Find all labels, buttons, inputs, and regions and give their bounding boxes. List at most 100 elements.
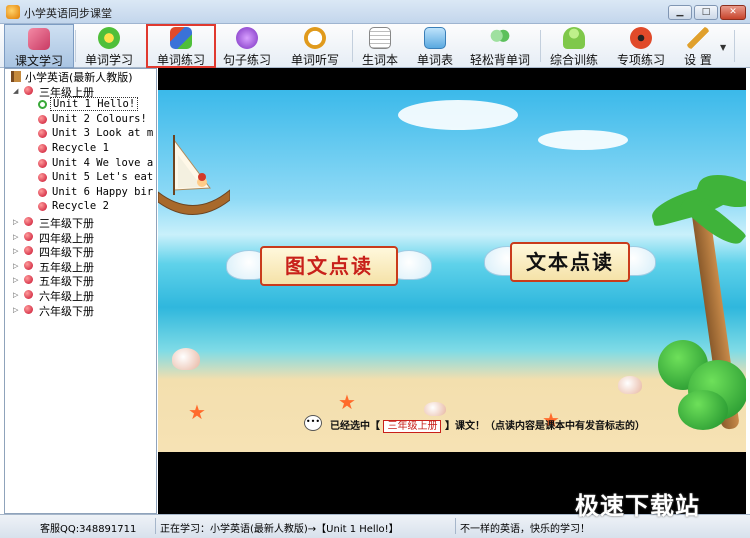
grade-dot-icon (24, 246, 33, 256)
tree-grade-item[interactable]: ▷ 五年级下册 (5, 273, 156, 288)
cloud (538, 130, 628, 150)
shell-icon (172, 348, 200, 370)
slogan: 不一样的英语，快乐的学习！ (460, 524, 590, 535)
tree-grade-item[interactable]: ▷ 四年级上册 (5, 230, 156, 245)
tool-word-list[interactable]: 单词表 (410, 24, 460, 68)
shell-icon (424, 402, 446, 416)
tree-unit-label: Unit 2 Colours! (52, 112, 147, 125)
speech-bubble-icon: ••• (304, 415, 322, 431)
tool-word-study[interactable]: 单词学习 (76, 24, 142, 68)
unit-dot-icon (38, 114, 47, 124)
beach-scene: 图文点读 文本点读 ★ ★ ★ ••• 已经选中【 三年级上册 】课文！（点读内… (158, 90, 746, 452)
status-divider (455, 518, 456, 534)
notebook-icon (369, 27, 391, 49)
tool-word-practice[interactable]: 单词练习 (146, 24, 216, 68)
tree-root[interactable]: 小学英语(最新人教版) (5, 69, 156, 84)
tree-unit-item-selected[interactable]: Unit 1 Hello! (5, 97, 156, 113)
maximize-button[interactable]: □ (694, 5, 718, 20)
unit-dot-icon (38, 187, 47, 197)
collapse-icon[interactable]: ◢ (13, 87, 18, 95)
picture-reading-button[interactable]: 图文点读 (226, 246, 432, 286)
tree-unit-item[interactable]: Unit 5 Let's eat (5, 171, 156, 186)
expand-icon[interactable]: ▷ (13, 291, 18, 299)
tree-grade-item[interactable]: ▷ 五年级上册 (5, 259, 156, 274)
tree-grade-item[interactable]: ▷ 四年级下册 (5, 244, 156, 259)
wrench-icon (687, 27, 709, 49)
tree-unit-item[interactable]: Recycle 1 (5, 142, 156, 157)
tree-unit-label: Unit 1 Hello! (50, 97, 139, 112)
close-button[interactable]: ✕ (720, 5, 746, 20)
people-icon (489, 27, 511, 49)
pencils-icon (170, 27, 192, 49)
tree-grade-item[interactable]: ▷ 六年级上册 (5, 288, 156, 303)
tree-unit-item[interactable]: Unit 6 Happy bir (5, 186, 156, 201)
tool-easy-memorize[interactable]: 轻松背单词 (464, 24, 536, 68)
microphone-icon (236, 27, 258, 49)
selection-notice: 已经选中【 三年级上册 】课文！（点读内容是课本中有发音标志的） (330, 420, 645, 433)
figure-icon (563, 27, 585, 49)
bush (678, 390, 728, 430)
grade-dot-icon (24, 304, 33, 314)
toolbar-separator (352, 30, 353, 62)
grade-dot-icon (24, 275, 33, 285)
tool-settings[interactable]: 设 置 (678, 24, 718, 68)
tree-grade-item[interactable]: ▷ 三年级下册 (5, 215, 156, 230)
tool-text-study[interactable]: 课文学习 (4, 24, 74, 68)
app-icon (6, 5, 20, 19)
tree-unit-item[interactable]: Recycle 2 (5, 200, 156, 215)
book-icon (28, 28, 50, 50)
expand-icon[interactable]: ▷ (13, 247, 18, 255)
tree-unit-label: Unit 6 Happy bir (52, 185, 154, 198)
expand-icon[interactable]: ▷ (13, 218, 18, 226)
starfish-icon: ★ (188, 400, 206, 424)
shell-icon (618, 376, 642, 394)
chevron-down-icon[interactable]: ▼ (720, 43, 726, 52)
tree-grade-item[interactable]: ▷ 六年级下册 (5, 303, 156, 318)
cloud (398, 100, 518, 130)
expand-icon[interactable]: ▷ (13, 262, 18, 270)
tree-unit-label: Unit 3 Look at m (52, 127, 154, 140)
tree-unit-label: Recycle 1 (52, 141, 109, 154)
unit-dot-icon (38, 143, 47, 153)
expand-icon[interactable]: ▷ (13, 276, 18, 284)
title-bar: 小学英语同步课堂 ▁ □ ✕ (0, 0, 750, 24)
toolbar: 课文学习 单词学习 单词练习 句子练习 单词听写 生词本 单词表 轻松背单词 综… (0, 24, 750, 68)
tree-unit-label: Unit 5 Let's eat (52, 171, 154, 184)
tool-dictation[interactable]: 单词听写 (284, 24, 346, 68)
minimize-button[interactable]: ▁ (668, 5, 692, 20)
selected-unit-icon (38, 100, 47, 110)
tool-sentence-practice[interactable]: 句子练习 (218, 24, 276, 68)
tree-unit-item[interactable]: Unit 3 Look at m (5, 127, 156, 142)
grade-dot-icon (24, 216, 33, 226)
expand-icon[interactable]: ▷ (13, 306, 18, 314)
unit-dot-icon (38, 173, 47, 183)
tree-unit-label: Unit 4 We love a (52, 156, 154, 169)
grade-dot-icon (24, 289, 33, 299)
book-icon (11, 71, 21, 82)
tool-special-practice[interactable]: 专项练习 (610, 24, 672, 68)
unit-dot-icon (38, 129, 47, 139)
text-reading-button[interactable]: 文本点读 (484, 242, 656, 282)
tree-unit-item[interactable]: Unit 4 We love a (5, 157, 156, 172)
word-list-icon (424, 27, 446, 49)
tree-grade-item[interactable]: ◢ 三年级上册 (5, 84, 156, 99)
tool-comprehensive-training[interactable]: 综合训练 (544, 24, 604, 68)
selected-grade-badge: 三年级上册 (383, 420, 442, 433)
toolbar-separator (734, 30, 735, 62)
unit-dot-icon (38, 202, 47, 212)
course-tree: 小学英语(最新人教版) ◢ 三年级上册 Unit 1 Hello! Unit 2… (4, 68, 157, 514)
grade-dot-icon (24, 260, 33, 270)
pirate-ship-icon (158, 135, 230, 215)
grade-dot-icon (24, 85, 33, 95)
ladybug-icon (630, 27, 652, 49)
current-lesson: 正在学习：小学英语(最新人教版)→【Unit 1 Hello!】 (160, 524, 399, 535)
flower-icon (98, 27, 120, 49)
window-title: 小学英语同步课堂 (24, 7, 112, 20)
tree-unit-item[interactable]: Unit 2 Colours! (5, 113, 156, 128)
tool-new-words[interactable]: 生词本 (356, 24, 404, 68)
text-reading-label: 文本点读 (510, 242, 630, 282)
status-divider (155, 518, 156, 534)
expand-icon[interactable]: ▷ (13, 233, 18, 241)
grade-dot-icon (24, 231, 33, 241)
clock-icon (304, 27, 326, 49)
